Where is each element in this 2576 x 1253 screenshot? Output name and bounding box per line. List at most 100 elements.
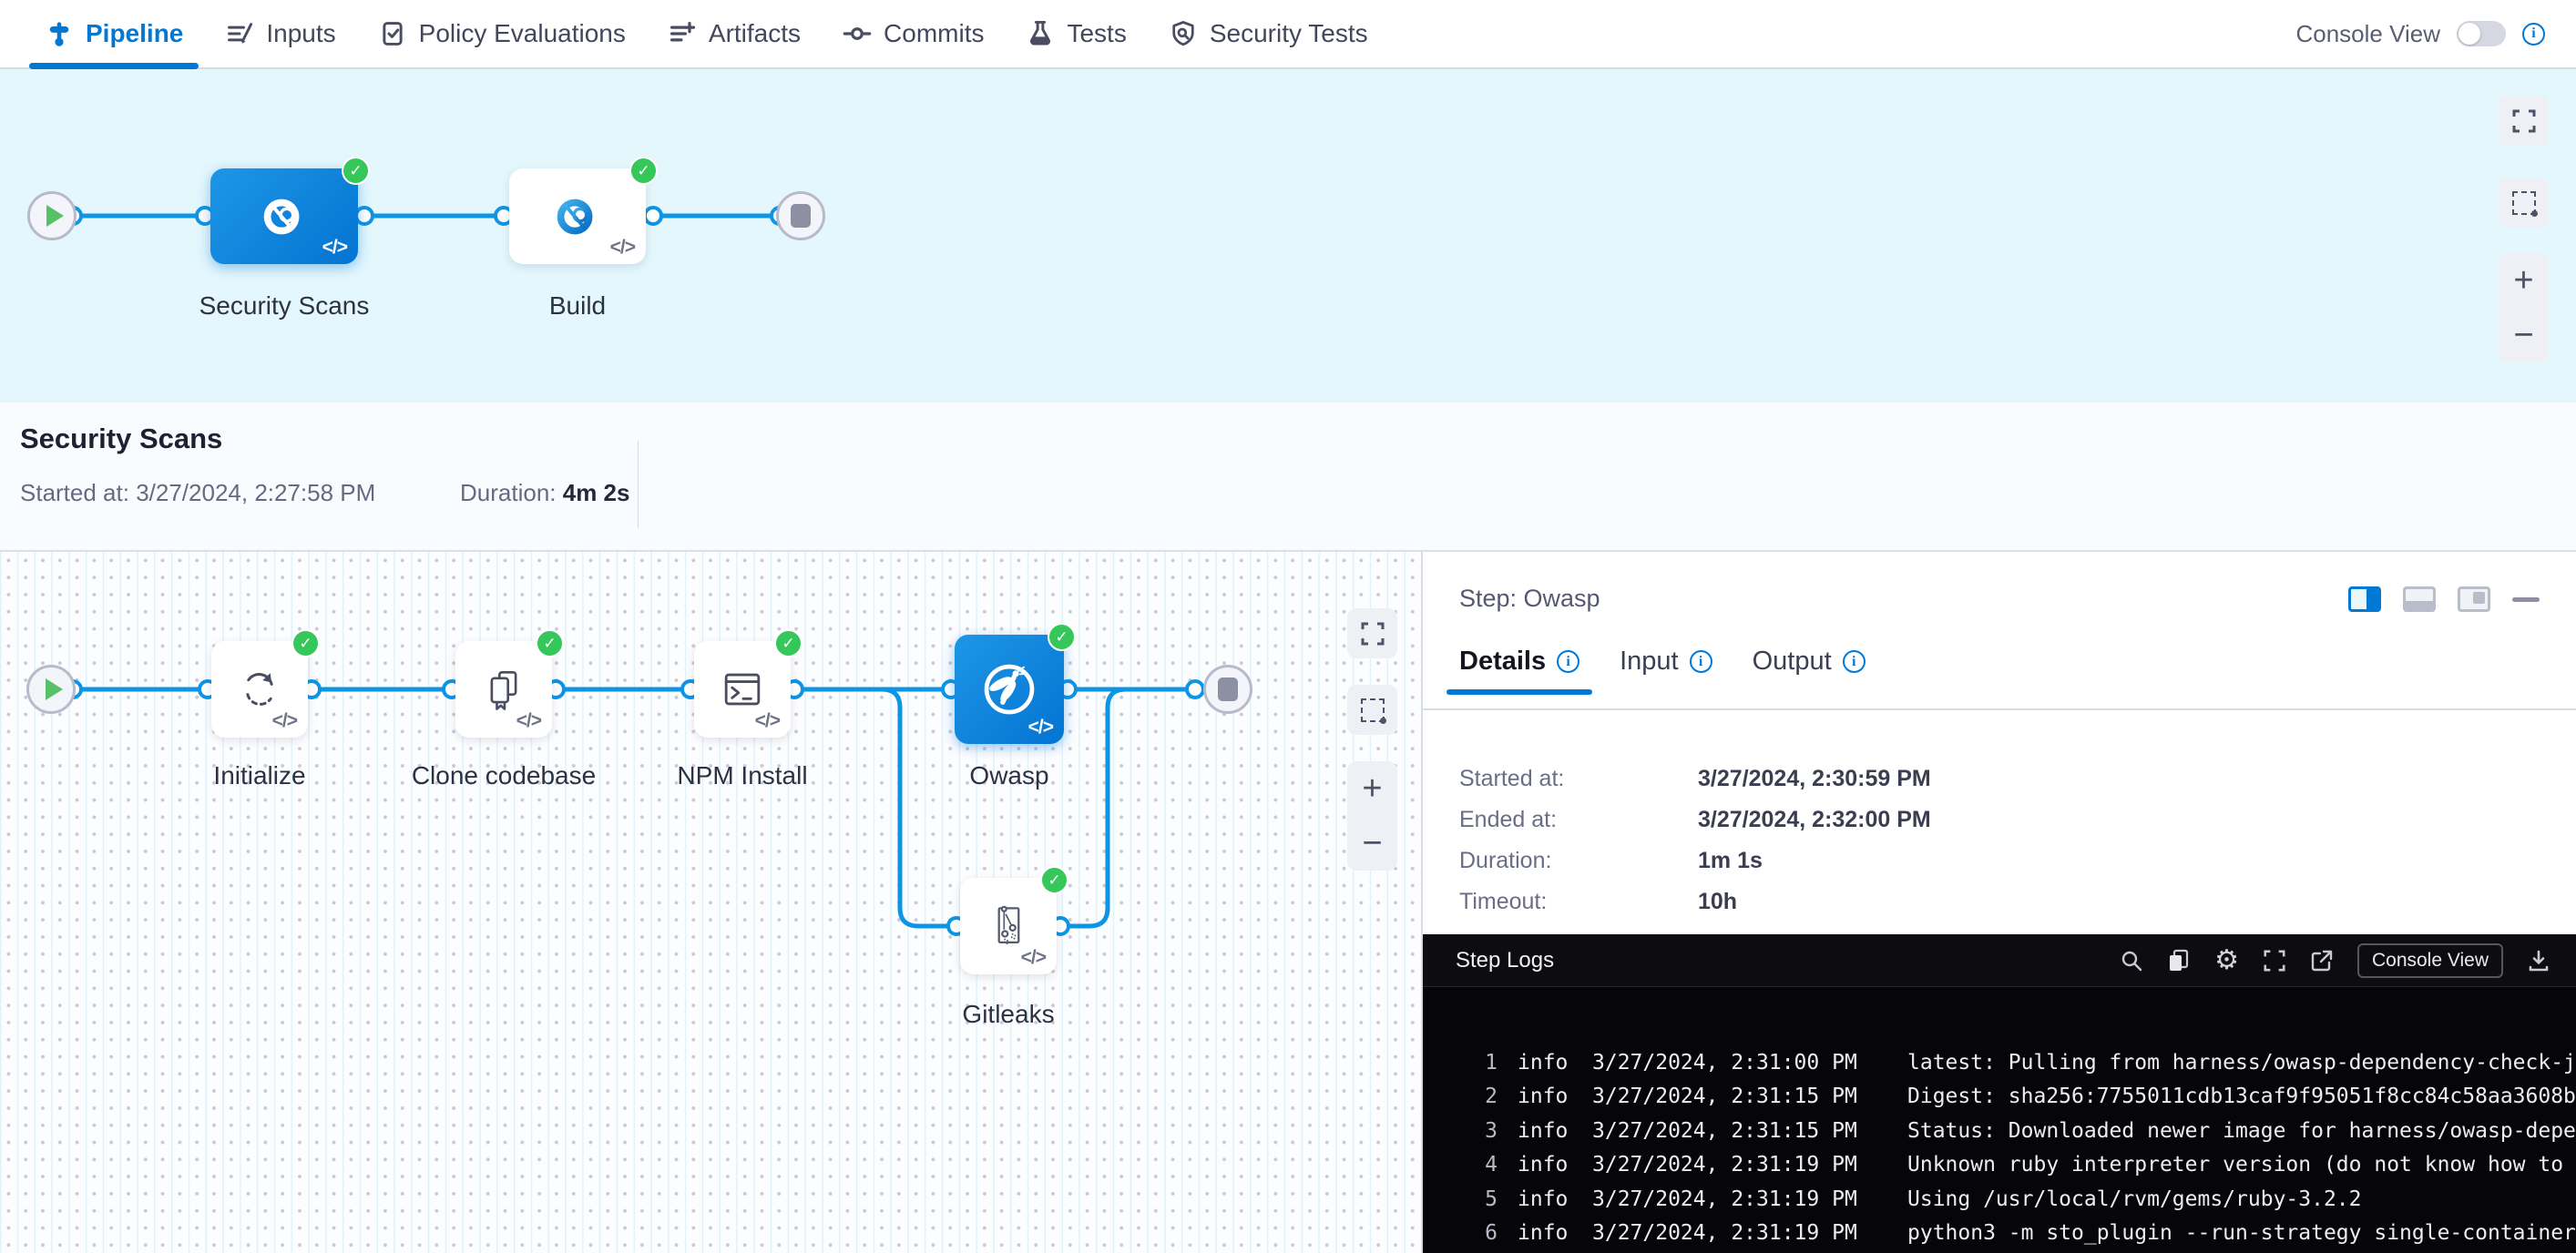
tab-tests[interactable]: Tests [1005, 0, 1147, 67]
fullscreen-icon [1360, 621, 1385, 647]
tab-security-tests[interactable]: Security Tests [1148, 0, 1389, 67]
step-graph-canvas[interactable]: ✓ </> ✓ </> ✓ </> [0, 552, 1421, 1253]
stage-started-at: Started at: 3/27/2024, 2:27:58 PM [20, 479, 375, 507]
details-info-icon[interactable]: i [1557, 650, 1579, 673]
initialize-sync-icon [232, 662, 287, 717]
step-canvas-zoom-controls: + − [1347, 761, 1397, 871]
pipeline-icon [45, 19, 74, 48]
tab-policy-evaluations[interactable]: Policy Evaluations [357, 0, 647, 67]
marquee-select-icon [2512, 191, 2536, 215]
marquee-select-icon [1361, 698, 1385, 722]
step-node-clone-codebase[interactable]: ✓ </> [455, 641, 552, 738]
stage-node-build[interactable]: ✓ </> [509, 168, 646, 264]
zoom-out-button[interactable]: − [1362, 826, 1382, 861]
stage-node-label: Security Scans [199, 291, 370, 321]
step-node-label: Clone codebase [412, 761, 596, 790]
log-line: 1info3/27/2024, 2:31:00 PMlatest: Pullin… [1423, 1045, 2576, 1080]
stop-icon [1218, 677, 1238, 701]
layout-floating-panel-icon[interactable] [2458, 586, 2490, 612]
step-node-owasp[interactable]: ✓ </> [955, 635, 1064, 744]
stage-start-node[interactable] [27, 191, 77, 240]
execution-tab-bar: Pipeline Inputs Policy Evaluations Artif… [0, 0, 2576, 69]
stage-canvas-zoom-controls: + − [2499, 253, 2549, 362]
step-node-label: Owasp [969, 761, 1048, 790]
stage-title: Security Scans [20, 423, 222, 455]
build-stage-icon [549, 188, 606, 245]
step-logs-output[interactable]: 1info3/27/2024, 2:31:00 PMlatest: Pullin… [1423, 987, 2576, 1253]
log-line: 5info3/27/2024, 2:31:19 PMUsing /usr/loc… [1423, 1182, 2576, 1217]
step-canvas-fullscreen-button[interactable] [1347, 608, 1397, 658]
step-node-gitleaks[interactable]: ✓ </> [960, 878, 1057, 974]
input-info-icon[interactable]: i [1690, 650, 1712, 673]
tab-label: Policy Evaluations [419, 19, 626, 48]
expand-logs-icon[interactable] [2263, 949, 2286, 973]
step-node-initialize[interactable]: ✓ </> [211, 641, 308, 738]
code-badge: </> [272, 710, 297, 732]
tab-artifacts[interactable]: Artifacts [647, 0, 822, 67]
layout-right-panel-icon[interactable] [2348, 586, 2381, 612]
code-badge: </> [1028, 717, 1053, 739]
step-end-node[interactable] [1203, 665, 1252, 714]
stage-canvas-select-button[interactable] [2499, 178, 2549, 228]
tab-pipeline[interactable]: Pipeline [24, 0, 204, 67]
detail-row-ended-at: Ended at: 3/27/2024, 2:32:00 PM [1459, 807, 1931, 833]
tab-label: Pipeline [86, 19, 183, 48]
minimize-panel-button[interactable] [2512, 597, 2540, 602]
divider [1423, 708, 2576, 710]
step-node-label: Initialize [213, 761, 305, 790]
code-badge: </> [322, 237, 347, 259]
tab-inputs[interactable]: Inputs [204, 0, 356, 67]
step-logs-actions: ⚙ Console View [2120, 934, 2550, 987]
success-badge-icon: ✓ [629, 157, 658, 185]
success-badge-icon: ✓ [1040, 866, 1068, 894]
console-view-toggle[interactable] [2457, 21, 2506, 46]
console-view-info-icon[interactable]: i [2522, 23, 2545, 46]
tab-input[interactable]: Input i [1620, 647, 1712, 695]
step-start-node[interactable] [26, 665, 76, 714]
panel-window-controls [2348, 586, 2540, 612]
stop-icon [791, 204, 811, 228]
console-view-button[interactable]: Console View [2357, 943, 2503, 978]
tab-output[interactable]: Output i [1753, 647, 1866, 695]
step-node-npm-install[interactable]: ✓ </> [694, 641, 791, 738]
open-logs-new-tab-icon[interactable] [2310, 949, 2334, 973]
step-logs-section: Step Logs ⚙ [1423, 934, 2576, 1253]
security-tests-icon [1169, 19, 1198, 48]
detail-row-timeout: Timeout: 10h [1459, 889, 1737, 915]
tab-commits[interactable]: Commits [822, 0, 1005, 67]
zoom-in-button[interactable]: + [2513, 263, 2533, 298]
stage-node-label: Build [549, 291, 606, 321]
stage-node-security-scans[interactable]: ✓ </> [210, 168, 358, 264]
code-badge: </> [1021, 947, 1046, 969]
output-info-icon[interactable]: i [1843, 650, 1866, 673]
console-view-label: Console View [2295, 20, 2440, 48]
zoom-out-button[interactable]: − [2513, 318, 2533, 352]
console-view-control: Console View i [2295, 0, 2545, 67]
stage-graph-canvas[interactable]: ✓ </> ✓ </> Security Scans Build + − [0, 69, 2576, 402]
search-logs-icon[interactable] [2120, 949, 2143, 973]
zoom-in-button[interactable]: + [1362, 771, 1382, 806]
copy-logs-icon[interactable] [2167, 949, 2191, 973]
step-panel-tabs: Details i Input i Output i [1459, 647, 1866, 695]
step-logs-header: Step Logs ⚙ [1423, 934, 2576, 987]
stage-canvas-fullscreen-button[interactable] [2499, 96, 2549, 146]
detail-row-duration: Duration: 1m 1s [1459, 848, 1763, 874]
log-line: 2info3/27/2024, 2:31:15 PMDigest: sha256… [1423, 1080, 2576, 1115]
layout-bottom-panel-icon[interactable] [2403, 586, 2436, 612]
step-node-label: NPM Install [677, 761, 807, 790]
execution-workspace: ✓ </> ✓ </> ✓ </> [0, 552, 2576, 1253]
download-logs-icon[interactable] [2527, 949, 2550, 973]
divider [638, 441, 639, 528]
tab-label: Artifacts [709, 19, 801, 48]
owasp-icon [975, 655, 1044, 724]
stage-end-node[interactable] [776, 191, 825, 240]
policy-evaluations-icon [378, 19, 407, 48]
log-settings-gear-icon[interactable]: ⚙ [2214, 947, 2239, 974]
tab-details[interactable]: Details i [1459, 647, 1579, 695]
tab-label: Commits [884, 19, 984, 48]
security-stage-icon [256, 188, 312, 245]
step-canvas-select-button[interactable] [1347, 685, 1397, 735]
tab-label: Security Tests [1210, 19, 1368, 48]
fullscreen-icon [2511, 108, 2537, 134]
stage-summary-header: Security Scans Started at: 3/27/2024, 2:… [0, 402, 2576, 552]
